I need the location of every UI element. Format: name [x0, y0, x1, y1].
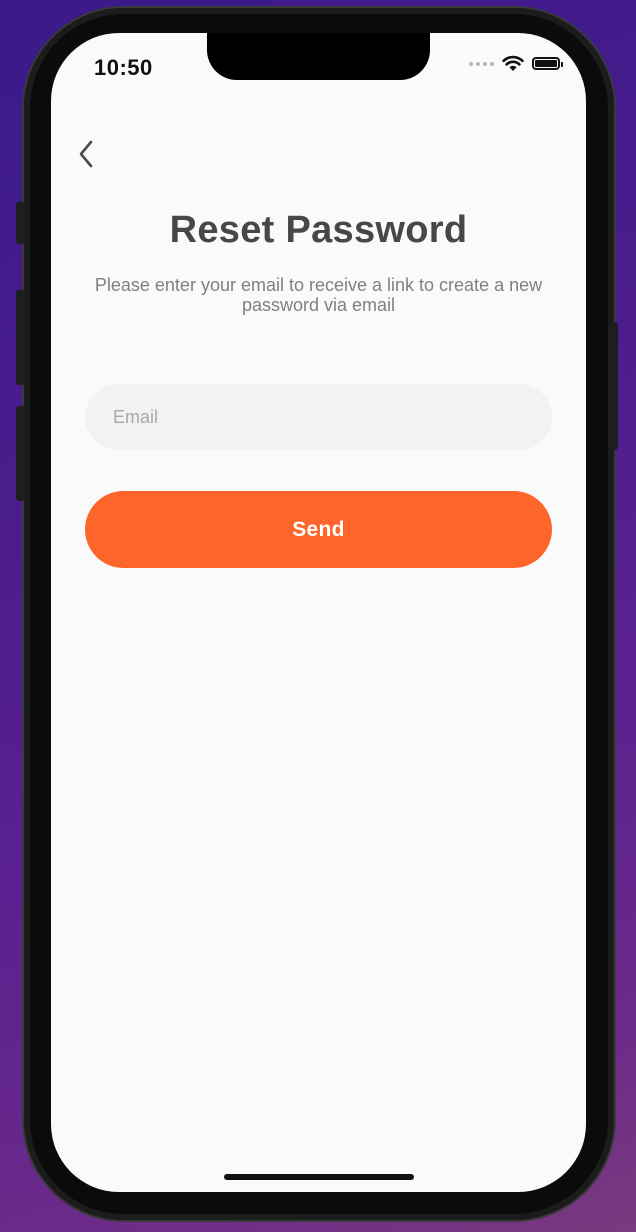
wifi-icon	[502, 55, 524, 71]
chevron-left-icon	[79, 140, 93, 168]
volume-up-button	[16, 290, 25, 385]
send-button[interactable]: Send	[85, 491, 552, 568]
mute-switch	[16, 202, 25, 244]
battery-icon	[532, 57, 563, 70]
status-time: 10:50	[94, 55, 153, 80]
volume-down-button	[16, 406, 25, 501]
page-title: Reset Password	[169, 209, 468, 251]
home-indicator	[224, 1174, 414, 1180]
page-subtitle: Please enter your email to receive a lin…	[94, 275, 543, 315]
status-icons	[469, 55, 563, 72]
app-screen: 10:50 Reset Password Please enter your e…	[51, 33, 586, 1192]
power-button	[609, 322, 618, 450]
email-field[interactable]	[85, 384, 552, 450]
back-button[interactable]	[71, 137, 101, 171]
notch	[207, 33, 430, 80]
cellular-signal-icon	[469, 61, 494, 66]
